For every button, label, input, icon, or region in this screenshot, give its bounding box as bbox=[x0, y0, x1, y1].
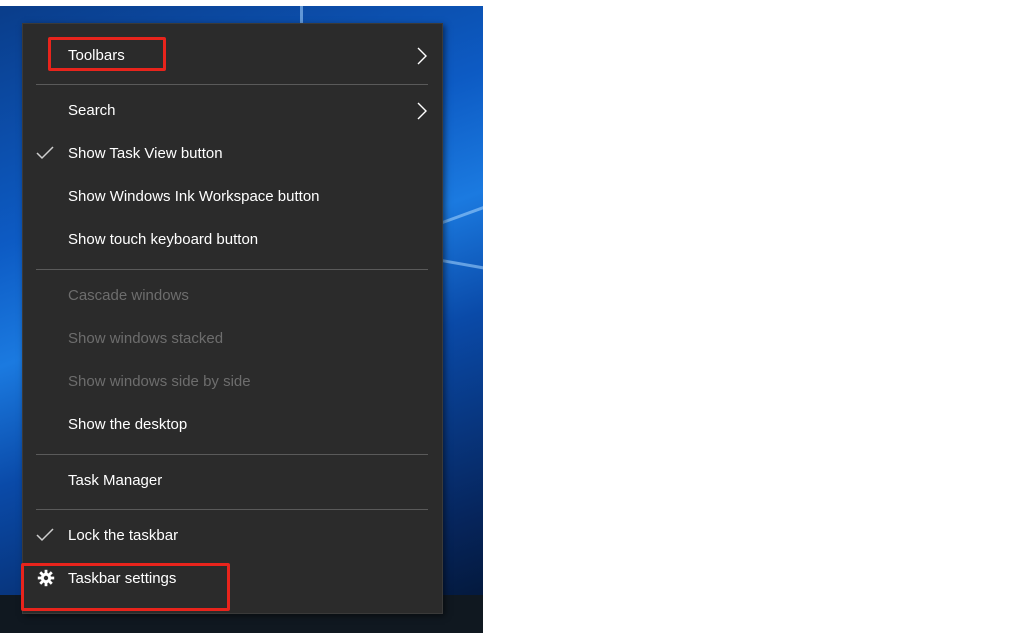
chevron-right-icon bbox=[416, 34, 430, 77]
menu-item-label: Show touch keyboard button bbox=[68, 231, 259, 248]
menu-separator bbox=[36, 454, 428, 455]
menu-item-show-task-view-button[interactable]: Show Task View button bbox=[23, 132, 442, 175]
menu-item-label: Show windows side by side bbox=[68, 373, 251, 390]
checkmark-icon bbox=[36, 132, 56, 175]
menu-item-label: Show Task View button bbox=[68, 145, 223, 162]
menu-separator bbox=[36, 84, 428, 85]
menu-item-search[interactable]: Search bbox=[23, 89, 442, 132]
menu-item-show-windows-stacked: Show windows stacked bbox=[23, 317, 442, 360]
menu-item-label: Show Windows Ink Workspace button bbox=[68, 188, 320, 205]
menu-item-label: Show windows stacked bbox=[68, 330, 224, 347]
menu-item-show-windows-ink-workspace-button[interactable]: Show Windows Ink Workspace button bbox=[23, 175, 442, 218]
menu-item-show-the-desktop[interactable]: Show the desktop bbox=[23, 403, 442, 446]
highlight-box-taskbar-settings bbox=[21, 563, 230, 611]
menu-separator bbox=[36, 269, 428, 270]
chevron-right-icon bbox=[416, 89, 430, 132]
menu-item-label: Cascade windows bbox=[68, 287, 189, 304]
menu-item-task-manager[interactable]: Task Manager bbox=[23, 459, 442, 502]
checkmark-icon bbox=[36, 514, 56, 557]
menu-item-lock-the-taskbar[interactable]: Lock the taskbar bbox=[23, 514, 442, 557]
menu-item-show-touch-keyboard-button[interactable]: Show touch keyboard button bbox=[23, 218, 442, 261]
taskbar-context-menu: Toolbars Search Show Task View button Sh… bbox=[22, 23, 443, 614]
menu-item-label: Task Manager bbox=[68, 472, 163, 489]
highlight-box-toolbars bbox=[48, 37, 166, 71]
menu-item-label: Lock the taskbar bbox=[68, 527, 179, 544]
menu-item-label: Show the desktop bbox=[68, 416, 188, 433]
menu-item-label: Search bbox=[68, 102, 116, 119]
menu-item-cascade-windows: Cascade windows bbox=[23, 274, 442, 317]
menu-item-show-windows-side-by-side: Show windows side by side bbox=[23, 360, 442, 403]
menu-separator bbox=[36, 509, 428, 510]
